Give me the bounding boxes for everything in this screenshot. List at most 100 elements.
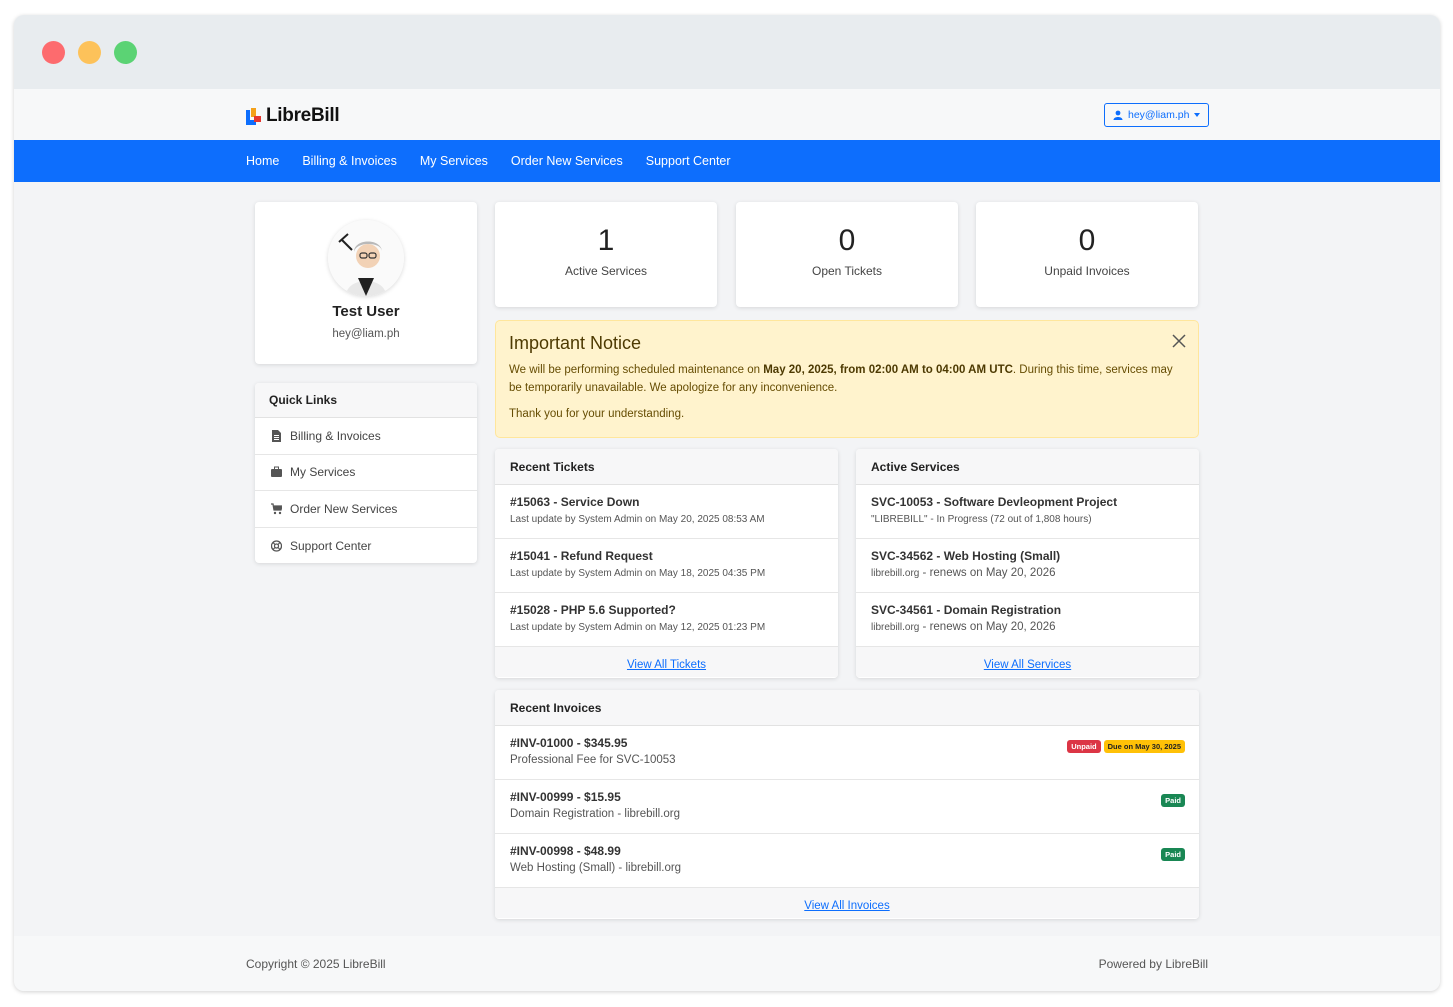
panel-title: Recent Tickets <box>495 449 838 485</box>
nav-home[interactable]: Home <box>246 154 279 168</box>
quick-link-label: Order New Services <box>290 501 398 516</box>
profile-name: Test User <box>332 303 400 320</box>
stat-label: Open Tickets <box>811 264 883 278</box>
stat-unpaid-invoices[interactable]: 0 Unpaid Invoices <box>976 202 1198 307</box>
service-row[interactable]: SVC-34561 - Domain Registration librebil… <box>856 593 1199 647</box>
stat-open-tickets[interactable]: 0 Open Tickets <box>736 202 958 307</box>
panel-footer: View All Services <box>856 647 1199 677</box>
maintenance-notice: Important Notice We will be performing s… <box>495 320 1199 438</box>
notice-date: May 20, 2025, from 02:00 AM to 04:00 AM … <box>763 364 1013 376</box>
view-all-invoices-link[interactable]: View All Invoices <box>804 900 889 912</box>
minimize-window-button[interactable] <box>78 41 101 64</box>
invoice-description: Domain Registration - librebill.org <box>510 808 681 820</box>
user-menu-button[interactable]: hey@liam.ph <box>1104 103 1210 127</box>
avatar <box>328 220 404 296</box>
close-window-button[interactable] <box>42 41 65 64</box>
cart-icon <box>271 503 282 514</box>
copyright-text: Copyright © 2025 LibreBill <box>246 957 386 971</box>
view-all-services-link[interactable]: View All Services <box>984 659 1071 671</box>
window-chrome <box>14 15 1440 89</box>
recent-invoices-card: Recent Invoices #INV-01000 - $345.95 Pro… <box>495 690 1199 919</box>
powered-brand-link[interactable]: LibreBill <box>1165 957 1208 971</box>
brand-logo[interactable]: LibreBill <box>246 105 340 127</box>
invoice-row[interactable]: #INV-00999 - $15.95 Domain Registration … <box>495 780 1199 834</box>
quick-link-my-services[interactable]: My Services <box>255 455 477 491</box>
recent-tickets-card: Recent Tickets #15063 - Service Down Las… <box>495 449 838 678</box>
service-title: SVC-34562 - Web Hosting (Small) <box>871 549 1061 563</box>
status-badge-paid: Paid <box>1161 794 1185 807</box>
service-meta: librebill.org - renews on May 20, 2026 <box>871 567 1184 579</box>
ticket-title: #15028 - PHP 5.6 Supported? <box>510 603 676 617</box>
nav-my-services[interactable]: My Services <box>420 154 488 168</box>
quick-link-support-center[interactable]: Support Center <box>255 528 477 564</box>
quick-link-label: Billing & Invoices <box>290 428 381 443</box>
ticket-row[interactable]: #15041 - Refund Request Last update by S… <box>495 539 838 593</box>
notice-body: We will be performing scheduled maintena… <box>509 361 1185 397</box>
profile-email: hey@liam.ph <box>332 328 400 340</box>
main-navbar: Home Billing & Invoices My Services Orde… <box>14 140 1440 182</box>
powered-by: Powered by LibreBill <box>1099 957 1208 971</box>
service-row[interactable]: SVC-10053 - Software Devleopment Project… <box>856 485 1199 539</box>
user-menu-label: hey@liam.ph <box>1128 109 1190 121</box>
due-date-badge: Due on May 30, 2025 <box>1103 740 1185 753</box>
briefcase-icon <box>271 466 282 478</box>
stat-active-services[interactable]: 1 Active Services <box>495 202 717 307</box>
notice-text: We will be performing scheduled maintena… <box>509 364 764 376</box>
service-title: SVC-10053 - Software Devleopment Project <box>871 495 1118 509</box>
quick-links-card: Quick Links Billing & Invoices My Servic… <box>255 383 477 563</box>
file-invoice-icon <box>272 429 281 442</box>
service-domain: librebill.org <box>871 568 920 579</box>
stat-value: 1 <box>597 224 615 257</box>
invoice-description: Web Hosting (Small) - librebill.org <box>510 862 682 874</box>
page-footer: Copyright © 2025 LibreBill Powered by Li… <box>14 936 1440 991</box>
notice-thanks: Thank you for your understanding. <box>509 408 685 420</box>
user-icon <box>1113 110 1123 120</box>
close-icon[interactable] <box>1172 334 1186 348</box>
quick-link-billing-invoices[interactable]: Billing & Invoices <box>255 418 477 455</box>
maximize-window-button[interactable] <box>114 41 137 64</box>
ticket-title: #15041 - Refund Request <box>510 549 653 563</box>
invoice-title: #INV-00999 - $15.95 <box>510 790 621 804</box>
quick-link-label: Support Center <box>290 538 372 553</box>
lifebuoy-icon <box>271 540 282 552</box>
service-meta: librebill.org - renews on May 20, 2026 <box>871 621 1184 633</box>
ticket-meta: Last update by System Admin on May 18, 2… <box>510 568 766 579</box>
ticket-row[interactable]: #15063 - Service Down Last update by Sys… <box>495 485 838 539</box>
chevron-down-icon <box>1194 113 1201 117</box>
service-renewal: - renews on May 20, 2026 <box>919 567 1056 579</box>
nav-support-center[interactable]: Support Center <box>646 154 731 168</box>
nav-order-new-services[interactable]: Order New Services <box>511 154 623 168</box>
profile-card: Test User hey@liam.ph <box>255 202 477 364</box>
ticket-meta: Last update by System Admin on May 20, 2… <box>510 514 765 525</box>
view-all-tickets-link[interactable]: View All Tickets <box>627 659 706 671</box>
notice-title: Important Notice <box>509 333 642 353</box>
invoice-description: Professional Fee for SVC-10053 <box>510 754 676 766</box>
service-domain: librebill.org <box>871 622 920 633</box>
ticket-row[interactable]: #15028 - PHP 5.6 Supported? Last update … <box>495 593 838 647</box>
invoice-title: #INV-00998 - $48.99 <box>510 844 621 858</box>
top-header: LibreBill hey@liam.ph <box>14 89 1440 140</box>
panel-footer: View All Invoices <box>495 888 1199 918</box>
ticket-title: #15063 - Service Down <box>510 495 640 509</box>
quick-link-label: My Services <box>290 465 356 480</box>
panel-footer: View All Tickets <box>495 647 838 677</box>
nav-billing-invoices[interactable]: Billing & Invoices <box>302 154 397 168</box>
brand-name: LibreBill <box>266 105 340 126</box>
status-badge-unpaid: Unpaid <box>1067 740 1101 753</box>
status-badge-paid: Paid <box>1161 848 1185 861</box>
panel-title: Recent Invoices <box>495 690 1199 726</box>
powered-prefix: Powered by <box>1098 957 1162 971</box>
service-meta: "LIBREBILL" - In Progress (72 out of 1,8… <box>871 514 1092 525</box>
browser-window: LibreBill hey@liam.ph Home Billing & Inv… <box>14 15 1440 991</box>
stat-value: 0 <box>1078 224 1096 257</box>
stat-value: 0 <box>838 224 856 257</box>
ticket-meta: Last update by System Admin on May 12, 2… <box>510 622 766 633</box>
invoice-row[interactable]: #INV-01000 - $345.95 Professional Fee fo… <box>495 726 1199 780</box>
quick-links-title: Quick Links <box>255 383 477 418</box>
invoice-row[interactable]: #INV-00998 - $48.99 Web Hosting (Small) … <box>495 834 1199 888</box>
stat-label: Active Services <box>564 264 648 278</box>
quick-link-order-new-services[interactable]: Order New Services <box>255 491 477 528</box>
panel-title: Active Services <box>856 449 1199 485</box>
stat-label: Unpaid Invoices <box>1044 264 1130 278</box>
service-row[interactable]: SVC-34562 - Web Hosting (Small) librebil… <box>856 539 1199 593</box>
